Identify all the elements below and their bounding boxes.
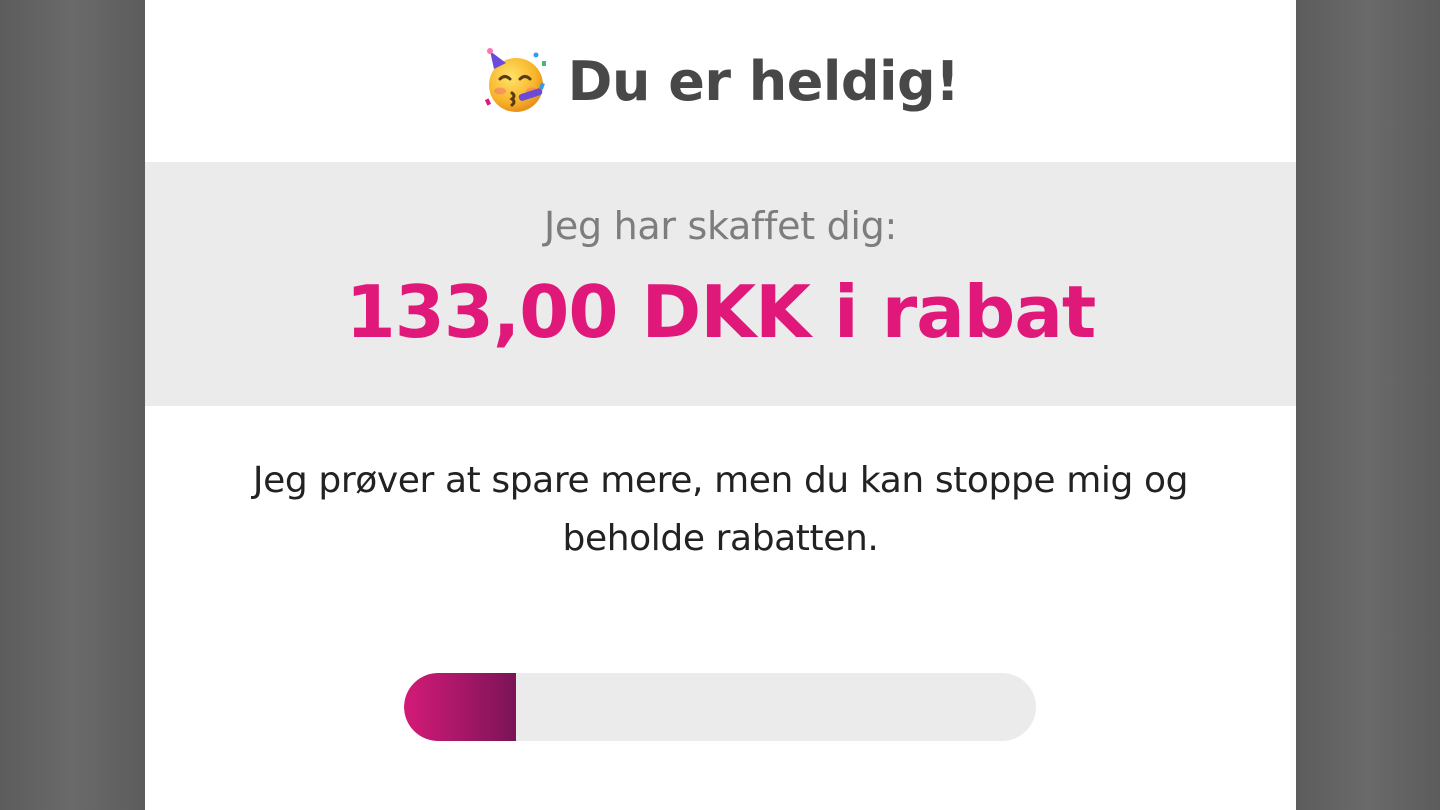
info-message: Jeg prøver at spare mere, men du kan sto… [252, 460, 1189, 559]
savings-amount: 133,00 DKK i rabat [345, 270, 1097, 354]
backdrop-left [0, 0, 145, 810]
savings-subtitle: Jeg har skaffet dig: [544, 204, 897, 248]
savings-dialog: Du er heldig! Jeg har skaffet dig: 133,0… [145, 0, 1296, 810]
savings-summary: Jeg har skaffet dig: 133,00 DKK i rabat [145, 162, 1296, 406]
dialog-title: Du er heldig! [567, 49, 960, 113]
progress-fill [404, 673, 516, 741]
backdrop-right [1296, 0, 1440, 810]
savings-progress-bar [404, 673, 1036, 741]
partying-face-icon [482, 47, 550, 115]
dialog-header: Du er heldig! [145, 0, 1296, 162]
